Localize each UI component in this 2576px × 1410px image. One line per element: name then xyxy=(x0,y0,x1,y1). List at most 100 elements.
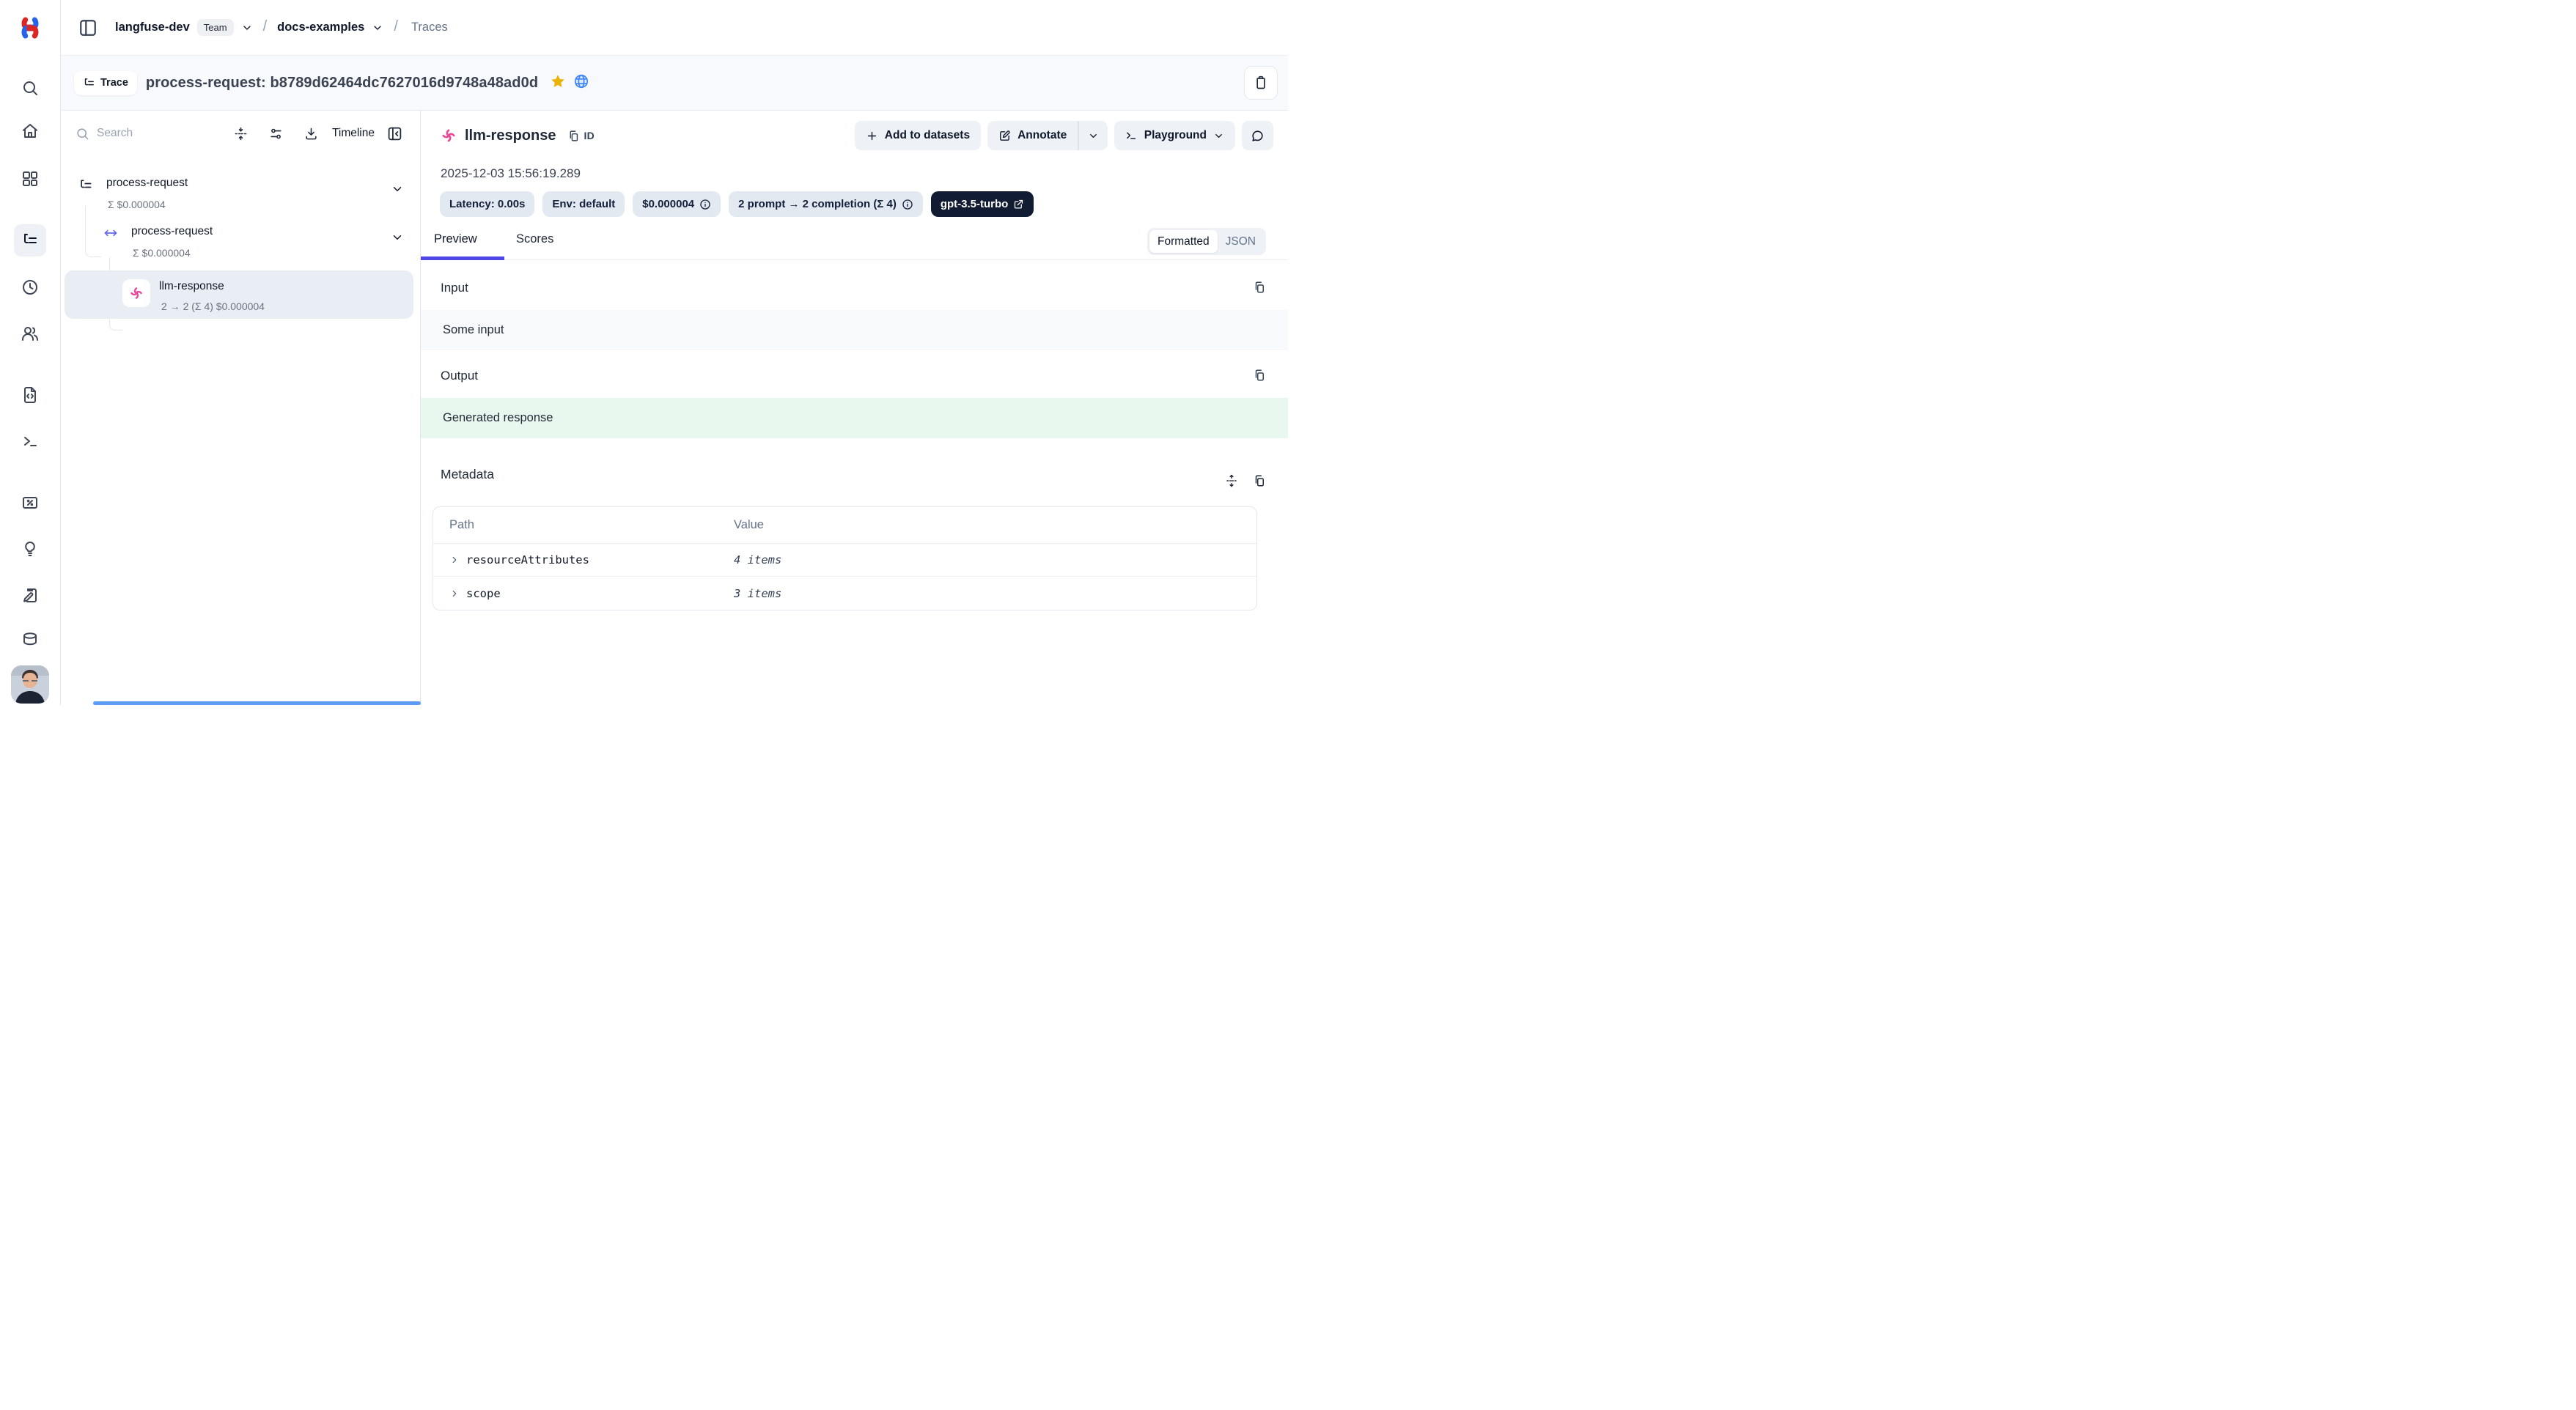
org-plan-badge[interactable]: Team xyxy=(197,19,234,36)
external-link-icon xyxy=(1013,199,1024,210)
dashboard-icon[interactable] xyxy=(14,163,46,195)
download-icon[interactable] xyxy=(298,121,323,146)
info-icon xyxy=(699,199,711,210)
sessions-clock-icon[interactable] xyxy=(14,271,46,303)
tree-node-label[interactable]: process-request xyxy=(131,225,213,238)
home-icon[interactable] xyxy=(14,115,46,147)
evaluation-percent-icon[interactable] xyxy=(14,487,46,519)
tab-scores[interactable]: Scores xyxy=(516,232,553,246)
langfuse-app: langfuse-dev Team / docs-examples / Trac… xyxy=(0,0,1288,705)
langfuse-logo[interactable] xyxy=(11,9,49,47)
tree-settings-icon[interactable] xyxy=(263,121,288,146)
tree-node-cost: Σ $0.000004 xyxy=(108,199,166,210)
terminal-icon xyxy=(1125,130,1138,142)
expand-chevron-icon xyxy=(449,555,460,565)
cost-badge[interactable]: $0.000004 xyxy=(633,191,721,217)
copy-output-button[interactable] xyxy=(1248,364,1270,386)
format-formatted[interactable]: Formatted xyxy=(1149,230,1218,253)
trace-title: process-request: b8789d62464dc7627016d97… xyxy=(146,75,538,92)
prompts-file-code-icon[interactable] xyxy=(14,379,46,411)
annotation-clipboard-icon[interactable] xyxy=(14,579,46,611)
id-label: ID xyxy=(584,130,595,141)
trace-tree-panel: Timeline process-request Σ $0.000004 pro… xyxy=(61,111,421,705)
sidebar xyxy=(0,0,61,705)
tree-node-cost: Σ $0.000004 xyxy=(133,247,191,259)
timeline-toggle[interactable]: Timeline xyxy=(332,127,375,140)
trace-type-label: Trace xyxy=(100,77,128,89)
collapse-panel-icon[interactable] xyxy=(382,121,407,146)
annotate-dropdown-chevron[interactable] xyxy=(1079,121,1108,150)
expand-metadata-icon[interactable] xyxy=(1221,470,1243,492)
format-json[interactable]: JSON xyxy=(1218,230,1264,253)
active-tab-indicator xyxy=(421,256,504,260)
bookmark-star-icon[interactable] xyxy=(550,73,566,93)
datasets-database-icon[interactable] xyxy=(14,624,46,656)
format-toggle: Formatted JSON xyxy=(1147,228,1266,255)
metadata-row[interactable]: resourceAttributes 4 items xyxy=(433,544,1256,577)
tree-search[interactable] xyxy=(76,127,185,141)
users-icon[interactable] xyxy=(14,317,46,350)
comment-bubble-icon xyxy=(1251,129,1265,143)
user-avatar[interactable] xyxy=(11,665,49,704)
chevron-down-icon xyxy=(1088,130,1099,141)
pen-square-icon xyxy=(998,130,1011,142)
tree-node-usage: 2 → 2 (Σ 4) $0.000004 xyxy=(161,300,265,312)
public-globe-icon[interactable] xyxy=(573,73,589,93)
info-icon xyxy=(902,199,913,210)
tree-search-input[interactable] xyxy=(97,127,170,140)
metadata-row[interactable]: scope 3 items xyxy=(433,577,1256,610)
horizontal-scrollbar[interactable] xyxy=(93,701,421,705)
input-section-label: Input xyxy=(441,281,468,295)
copy-icon xyxy=(1253,474,1266,487)
tree-connector xyxy=(85,206,101,257)
breadcrumb-project[interactable]: docs-examples xyxy=(277,21,364,34)
sidebar-toggle-icon[interactable] xyxy=(74,14,102,42)
latency-badge: Latency: 0.00s xyxy=(440,191,534,217)
tree-node-label[interactable]: llm-response xyxy=(159,280,224,293)
tree-node-chevron-icon[interactable] xyxy=(391,231,404,244)
trace-tree-icon xyxy=(83,77,95,89)
input-content: Some input xyxy=(421,310,1288,350)
copy-icon xyxy=(567,130,580,142)
search-icon[interactable] xyxy=(14,72,46,104)
observation-detail-panel: llm-response ID Add to datasets Annotate xyxy=(421,111,1288,705)
search-icon xyxy=(76,127,89,141)
add-to-datasets-button[interactable]: Add to datasets xyxy=(855,121,981,150)
metadata-table-header: Path Value xyxy=(433,507,1256,544)
breadcrumb-separator: / xyxy=(263,18,268,35)
metadata-section-label: Metadata xyxy=(441,467,494,482)
copy-input-button[interactable] xyxy=(1248,276,1270,298)
project-chevron-down-icon[interactable] xyxy=(372,22,383,34)
metadata-table: Path Value resourceAttributes 4 items sc… xyxy=(433,506,1257,610)
insights-lightbulb-icon[interactable] xyxy=(14,533,46,565)
generation-icon-box xyxy=(122,279,150,307)
plus-icon xyxy=(866,130,878,142)
collapse-all-icon[interactable] xyxy=(228,121,253,146)
tree-node-chevron-icon[interactable] xyxy=(391,182,404,196)
annotate-button[interactable]: Annotate xyxy=(987,121,1078,150)
trace-node-icon xyxy=(78,178,93,193)
env-badge: Env: default xyxy=(542,191,625,217)
tab-preview[interactable]: Preview xyxy=(434,232,477,246)
expand-chevron-icon xyxy=(449,588,460,599)
breadcrumb-page[interactable]: Traces xyxy=(411,21,448,34)
column-path: Path xyxy=(433,518,734,532)
tree-node-label[interactable]: process-request xyxy=(106,177,188,190)
tree-toolbar: Timeline xyxy=(61,111,420,156)
breadcrumb-separator: / xyxy=(394,18,398,35)
token-usage-badge[interactable]: 2 prompt → 2 completion (Σ 4) xyxy=(729,191,923,217)
model-badge[interactable]: gpt-3.5-turbo xyxy=(931,191,1034,217)
trace-header-bar: Trace process-request: b8789d62464dc7627… xyxy=(61,55,1288,111)
copy-metadata-button[interactable] xyxy=(1248,470,1270,492)
breadcrumb-org[interactable]: langfuse-dev xyxy=(115,21,190,34)
org-chevron-down-icon[interactable] xyxy=(241,22,253,34)
span-arrow-icon xyxy=(103,226,118,240)
copy-id-button[interactable]: ID xyxy=(567,130,595,142)
tracing-icon[interactable] xyxy=(14,224,46,256)
playground-terminal-icon[interactable] xyxy=(14,425,46,457)
comments-button[interactable] xyxy=(1242,121,1273,150)
trash-icon xyxy=(1254,75,1268,90)
delete-trace-button[interactable] xyxy=(1244,66,1278,100)
output-content: Generated response xyxy=(421,398,1288,438)
playground-button[interactable]: Playground xyxy=(1114,121,1235,150)
